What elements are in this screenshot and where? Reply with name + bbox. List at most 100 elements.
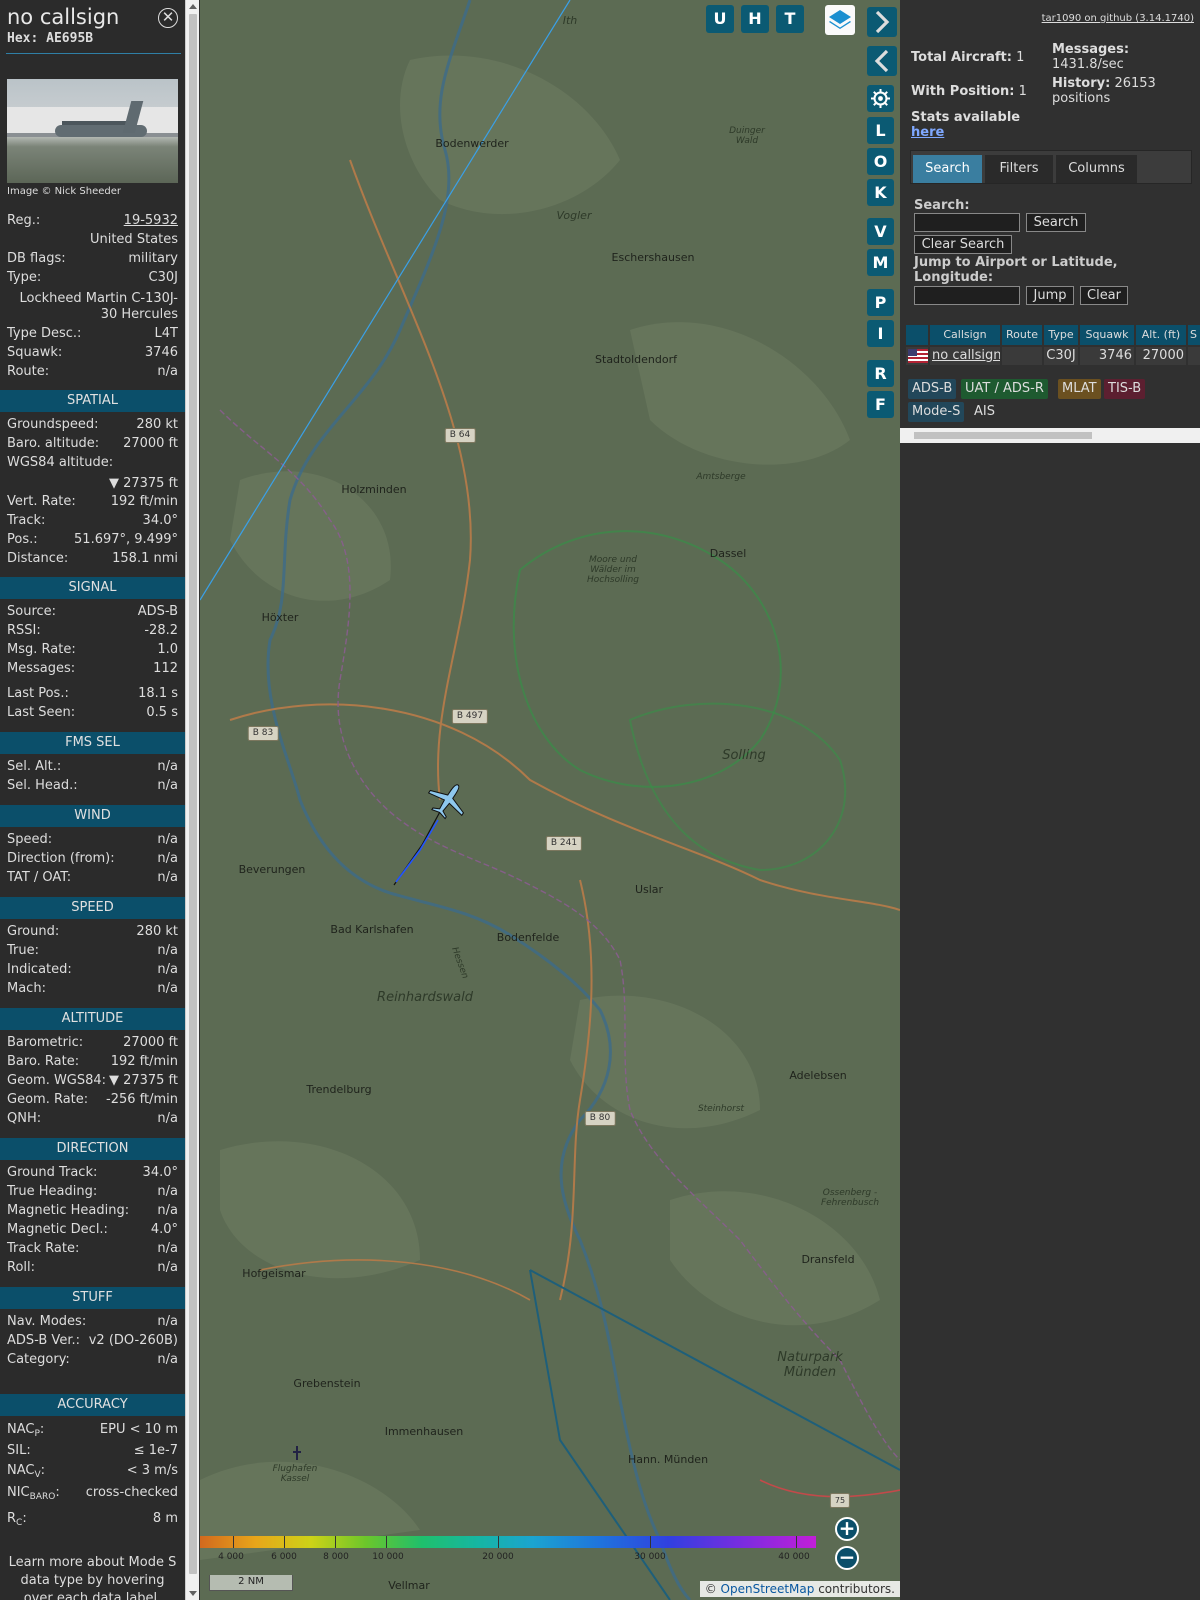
toggle-button-o[interactable]: O xyxy=(867,148,894,175)
row-value: military xyxy=(128,251,178,266)
toggle-button-f[interactable]: F xyxy=(867,391,894,418)
map-town-label: Uslar xyxy=(634,883,664,896)
map-town-label: Beverungen xyxy=(238,863,306,876)
info-row-track: Track: 34.0° xyxy=(7,513,178,531)
map-town-label: Hann. Münden xyxy=(627,1453,709,1466)
toggle-button-i[interactable]: I xyxy=(867,320,894,347)
scroll-down-icon[interactable] xyxy=(189,1591,197,1596)
registration-link[interactable]: 19-5932 xyxy=(124,213,178,228)
toggle-button-m[interactable]: M xyxy=(867,249,894,276)
source-badge-ais[interactable]: AIS xyxy=(970,402,999,422)
map-view[interactable]: Bodenwerder Eschershausen Stadtoldendorf… xyxy=(200,0,900,1600)
jump-button[interactable]: Jump xyxy=(1026,286,1074,305)
table-header-squawk[interactable]: Squawk xyxy=(1080,325,1134,345)
gear-icon[interactable] xyxy=(867,85,894,112)
table-header-altitude[interactable]: Alt. (ft) xyxy=(1136,325,1186,345)
stats-here-link[interactable]: here xyxy=(911,125,944,140)
toggle-button-u[interactable]: U xyxy=(706,5,734,33)
github-link[interactable]: tar1090 on github (3.14.1740) xyxy=(1042,13,1194,24)
stats-available-label: Stats available xyxy=(911,110,1020,125)
row-label: Geom. Rate: xyxy=(7,1092,89,1107)
table-horizontal-scrollbar[interactable] xyxy=(900,428,1200,443)
openstreetmap-link[interactable]: OpenStreetMap xyxy=(721,1582,815,1596)
toggle-button-k[interactable]: K xyxy=(867,179,894,206)
toggle-button-v[interactable]: V xyxy=(867,218,894,245)
scale-bar: 2 NM xyxy=(209,1575,293,1591)
map-feature-label: Duinger Wald xyxy=(729,126,765,146)
toggle-button-t[interactable]: T xyxy=(776,5,804,33)
section-header-direction: DIRECTION xyxy=(0,1138,185,1160)
layers-icon[interactable] xyxy=(825,5,855,35)
toggle-button-l[interactable]: L xyxy=(867,117,894,144)
search-input[interactable] xyxy=(914,213,1020,232)
stats-label: Stats available xyxy=(911,110,1021,125)
row-label: Ground Track: xyxy=(7,1165,98,1180)
zoom-in-button[interactable]: + xyxy=(835,1517,859,1541)
altitude-scale-label: 40 000 xyxy=(778,1552,810,1562)
section-header-wind: WIND xyxy=(0,805,185,827)
row-label: Baro. Rate: xyxy=(7,1054,80,1069)
source-badge-uat[interactable]: UAT / ADS-R xyxy=(961,379,1048,399)
scroll-up-icon[interactable] xyxy=(189,4,197,9)
tab-filters[interactable]: Filters xyxy=(985,155,1053,183)
tab-search[interactable]: Search xyxy=(913,155,982,183)
clear-search-button[interactable]: Clear Search xyxy=(914,235,1012,254)
jump-input[interactable] xyxy=(914,286,1020,305)
clear-button[interactable]: Clear xyxy=(1080,286,1128,305)
row-label: Magnetic Heading: xyxy=(7,1203,130,1218)
table-row-flag[interactable] xyxy=(906,347,928,365)
info-row-rssi: RSSI: -28.2 xyxy=(7,623,178,641)
table-row-callsign[interactable]: no callsign xyxy=(930,347,1000,365)
zoom-out-button[interactable]: − xyxy=(835,1546,859,1570)
row-value: n/a xyxy=(157,1260,178,1275)
info-row-sil: SIL: ≤ 1e-7 xyxy=(7,1443,178,1461)
toggle-button-p[interactable]: P xyxy=(867,289,894,316)
table-header-route[interactable]: Route xyxy=(1002,325,1042,345)
row-label: NACV: xyxy=(7,1463,46,1480)
tab-columns[interactable]: Columns xyxy=(1056,155,1137,183)
info-row-nacp: NACP: EPU < 10 m xyxy=(7,1422,178,1440)
row-label: Sel. Head.: xyxy=(7,778,78,793)
toggle-button-h[interactable]: H xyxy=(741,5,769,33)
horizontal-scrollbar-thumb[interactable] xyxy=(914,432,1092,439)
table-header-flag xyxy=(906,325,928,345)
altitude-scale-label: 6 000 xyxy=(271,1552,297,1562)
row-label: Source: xyxy=(7,604,57,619)
table-header-type[interactable]: Type xyxy=(1044,325,1078,345)
row-value: n/a xyxy=(157,1241,178,1256)
info-row-wgs84-altitude: WGS84 altitude: xyxy=(7,455,178,473)
row-label: Roll: xyxy=(7,1260,36,1275)
chevron-right-svg xyxy=(875,10,890,34)
info-panel-scrollbar[interactable] xyxy=(185,0,199,1600)
chevron-right-icon[interactable] xyxy=(867,7,897,37)
row-label: Last Seen: xyxy=(7,705,76,720)
chevron-left-icon[interactable] xyxy=(867,46,897,76)
divider xyxy=(6,53,181,54)
row-label: Reg.: xyxy=(7,213,41,228)
row-value: -28.2 xyxy=(144,623,178,638)
row-label: Last Pos.: xyxy=(7,686,69,701)
road-shield: 75 xyxy=(829,1493,851,1508)
table-header-callsign[interactable]: Callsign xyxy=(930,325,1000,345)
source-badge-mlat[interactable]: MLAT xyxy=(1058,379,1101,399)
info-row-baro-altitude: Baro. altitude: 27000 ft xyxy=(7,436,178,454)
toggle-button-r[interactable]: R xyxy=(867,360,894,387)
source-badge-modes[interactable]: Mode-S xyxy=(908,402,965,422)
row-label: Msg. Rate: xyxy=(7,642,76,657)
aircraft-icon[interactable] xyxy=(422,774,475,825)
aircraft-photo[interactable] xyxy=(7,79,178,183)
source-badge-tisb[interactable]: TIS-B xyxy=(1104,379,1146,399)
map-town-label: Holzminden xyxy=(341,483,407,496)
info-row-adsb-version: ADS-B Ver.: v2 (DO-260B) xyxy=(7,1333,178,1351)
row-label: True: xyxy=(7,943,39,958)
close-icon[interactable]: ✕ xyxy=(158,8,178,28)
scrollbar-thumb[interactable] xyxy=(189,14,197,1574)
info-row-type: Type: C30J xyxy=(7,270,178,288)
with-position-value: 1 xyxy=(1018,84,1027,99)
info-row-messages: Messages: 112 xyxy=(7,661,178,679)
info-row-dbflags: DB flags: military xyxy=(7,251,178,269)
row-label: Distance: xyxy=(7,551,69,566)
source-badge-adsb[interactable]: ADS-B xyxy=(908,379,957,399)
table-header-speed[interactable]: S xyxy=(1188,325,1200,345)
search-button[interactable]: Search xyxy=(1026,213,1086,232)
